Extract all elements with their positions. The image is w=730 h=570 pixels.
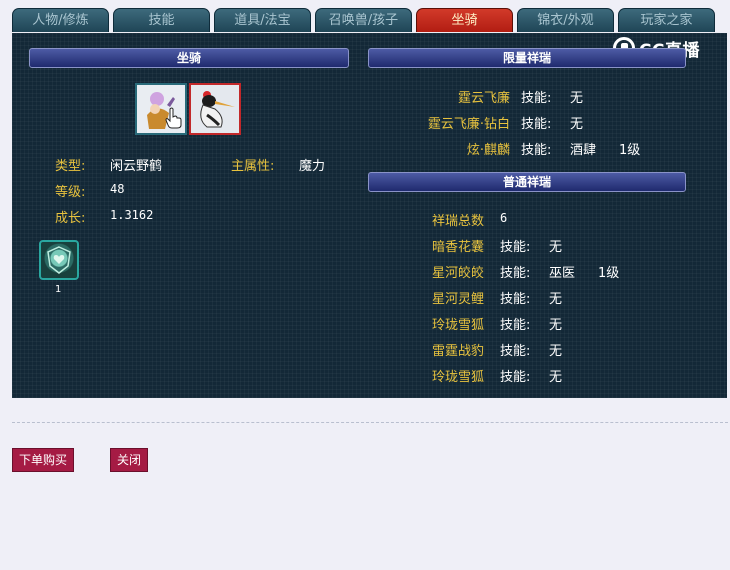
tab-bar: 人物/修炼 技能 道具/法宝 召唤兽/孩子 坐骑 锦衣/外观 玩家之家 — [12, 8, 728, 34]
normal-item-skill-label: 技能: — [500, 344, 531, 359]
normal-item-name: 雷霆战豹 — [432, 344, 485, 359]
limited-item-name: 霆云飞廉 — [457, 91, 510, 106]
heart-shield-icon — [47, 246, 71, 274]
auspicious-total-label: 祥瑞总数 — [432, 214, 485, 229]
normal-item-name: 星河皎皎 — [432, 266, 485, 281]
main-attribute-value: 魔力 — [299, 159, 326, 174]
mount-skill-count: 1 — [55, 284, 62, 295]
normal-item-name: 玲珑雪狐 — [432, 318, 485, 333]
mount-level-label: 等级: — [55, 185, 86, 200]
tab-outfits[interactable]: 锦衣/外观 — [517, 8, 614, 32]
normal-item-skill: 无 — [549, 240, 563, 255]
tab-items[interactable]: 道具/法宝 — [214, 8, 311, 32]
pointer-hand-icon — [165, 107, 182, 129]
limited-item-skill: 无 — [570, 117, 584, 132]
buy-button[interactable]: 下单购买 — [12, 448, 74, 472]
limited-auspicious-header: 限量祥瑞 — [368, 48, 686, 68]
mount-level-value: 48 — [110, 182, 125, 196]
normal-item-skill: 无 — [549, 370, 563, 385]
tab-skills[interactable]: 技能 — [113, 8, 210, 32]
normal-item-skill-level: 1级 — [598, 266, 620, 281]
normal-item-skill-label: 技能: — [500, 318, 531, 333]
limited-item-name: 炫·麒麟 — [466, 143, 510, 158]
limited-item-skill-label: 技能: — [521, 117, 552, 132]
limited-item-name: 霆云飞廉·钻白 — [427, 117, 510, 132]
main-attribute-label: 主属性: — [231, 159, 275, 174]
limited-item-skill: 无 — [570, 91, 584, 106]
tab-character[interactable]: 人物/修炼 — [12, 8, 109, 32]
mount-growth-value: 1.3162 — [110, 208, 154, 222]
normal-item-skill-label: 技能: — [500, 370, 531, 385]
mount-panel: CC直播 坐骑 类型: 闲云野鹤 主属性: 魔力 等级: 48 成长: 1.31… — [12, 33, 727, 398]
tab-player-home[interactable]: 玩家之家 — [618, 8, 715, 32]
normal-item-skill-label: 技能: — [500, 266, 531, 281]
normal-item-skill: 无 — [549, 292, 563, 307]
normal-item-skill: 无 — [549, 344, 563, 359]
limited-item-skill-level: 1级 — [619, 143, 641, 158]
normal-item-skill-label: 技能: — [500, 240, 531, 255]
limited-item-skill: 酒肆 — [570, 143, 597, 158]
mount-skill-icon[interactable] — [39, 240, 79, 280]
tab-mounts[interactable]: 坐骑 — [416, 8, 513, 32]
close-button[interactable]: 关闭 — [110, 448, 148, 472]
mount-header: 坐骑 — [29, 48, 349, 68]
crane-portrait-icon — [200, 91, 235, 128]
mount-avatar-crane[interactable] — [189, 83, 241, 135]
mount-type-value: 闲云野鹤 — [110, 159, 163, 174]
normal-item-name: 星河灵鲤 — [432, 292, 485, 307]
normal-item-skill: 巫医 — [549, 266, 576, 281]
normal-auspicious-header: 普通祥瑞 — [368, 172, 686, 192]
normal-item-name: 玲珑雪狐 — [432, 370, 485, 385]
mount-avatar-rider[interactable] — [135, 83, 187, 135]
normal-item-name: 暗香花囊 — [432, 240, 485, 255]
normal-item-skill-label: 技能: — [500, 292, 531, 307]
mount-growth-label: 成长: — [55, 211, 86, 226]
divider — [12, 422, 728, 423]
normal-item-skill: 无 — [549, 318, 563, 333]
auspicious-total-value: 6 — [500, 211, 508, 225]
limited-item-skill-label: 技能: — [521, 143, 552, 158]
mount-type-label: 类型: — [55, 159, 86, 174]
tab-summons[interactable]: 召唤兽/孩子 — [315, 8, 412, 32]
limited-item-skill-label: 技能: — [521, 91, 552, 106]
